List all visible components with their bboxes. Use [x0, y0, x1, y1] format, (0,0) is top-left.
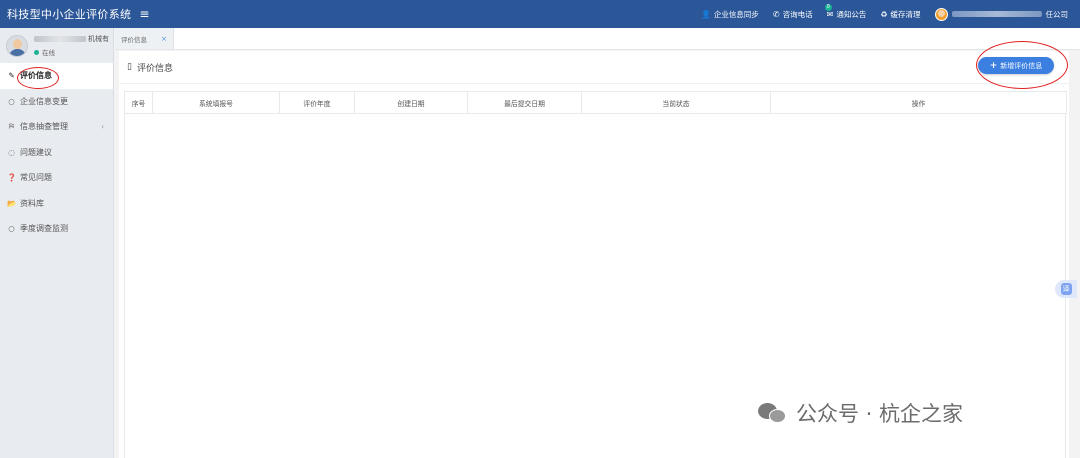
notice-badge: 0	[824, 3, 832, 11]
column-header-status[interactable]: 当前状态	[581, 91, 771, 114]
add-evaluation-button[interactable]: + 新增评价信息	[978, 57, 1054, 74]
evaluation-panel: ▯ 评价信息 + 新增评价信息 序号 系统填报号 评价年度 创建日期 最后提交日…	[119, 41, 1069, 458]
online-dot-icon	[34, 49, 39, 55]
close-icon[interactable]: ×	[161, 35, 167, 43]
panel-header: ▯ 评价信息	[119, 51, 1069, 84]
sync-company-info-label: 企业信息同步	[713, 9, 759, 19]
column-header-last-submit-date[interactable]: 最后提交日期	[467, 91, 582, 114]
tab-evaluation-info[interactable]: 评价信息 ×	[115, 28, 174, 49]
column-header-year[interactable]: 评价年度	[279, 91, 355, 114]
translate-icon: 译	[1060, 283, 1072, 295]
sidebar-item-label: 季度调查监测	[20, 224, 68, 234]
notice-label: 通知公告	[836, 9, 867, 19]
notice-button[interactable]: 0 ✉ 通知公告	[824, 3, 867, 20]
sidebar-nav: ✎ 评价信息 ○ 企业信息变更 ⛿ 信息抽查管理 ‹ ◌ 问题建议 ❓ 常见问题…	[0, 63, 113, 242]
evaluation-table: 序号 系统填报号 评价年度 创建日期 最后提交日期 当前状态 操作	[124, 91, 1067, 114]
consult-phone-label: 咨询电话	[782, 9, 813, 19]
sidebar-item-library[interactable]: 📂 资料库	[0, 191, 113, 217]
tab-label: 评价信息	[121, 35, 147, 44]
tab-bar: 评价信息 ×	[115, 28, 1080, 50]
translate-float-button[interactable]: 译	[1055, 280, 1077, 298]
user-avatar-icon	[934, 7, 948, 21]
tag-icon: ⛿	[8, 121, 15, 131]
sidebar-item-faq[interactable]: ❓ 常见问题	[0, 165, 113, 191]
folder-icon: 📂	[7, 198, 17, 208]
mail-icon: ✉	[826, 9, 834, 19]
company-name-suffix: 任公司	[1045, 9, 1069, 19]
watermark: 公众号 · 杭企之家	[758, 398, 963, 428]
sidebar-item-suggestions[interactable]: ◌ 问题建议	[0, 140, 113, 166]
profile-name: 机械有	[34, 34, 109, 44]
comment-icon: ◌	[8, 147, 15, 157]
top-bar: 科技型中小企业评价系统 ≡ 👤 企业信息同步 ✆ 咨询电话 0 ✉ 通知公告 ♻…	[0, 0, 1080, 28]
column-header-index[interactable]: 序号	[124, 91, 153, 114]
user-menu[interactable]: 任公司	[934, 7, 1069, 21]
redacted-company-name	[951, 11, 1042, 17]
profile-block: 机械有 在线	[0, 28, 113, 63]
question-icon: ❓	[7, 173, 17, 183]
sidebar-item-label: 问题建议	[20, 147, 52, 157]
sidebar-item-label: 资料库	[20, 198, 44, 208]
app-title: 科技型中小企业评价系统	[7, 8, 132, 21]
sync-company-info-button[interactable]: 👤 企业信息同步	[701, 9, 759, 20]
plus-icon: +	[989, 60, 998, 71]
sidebar-item-label: 评价信息	[20, 71, 52, 81]
avatar	[6, 34, 28, 57]
sidebar-item-label: 信息抽查管理	[20, 122, 68, 132]
panel-title-icon: ▯	[127, 62, 132, 72]
recycle-icon: ♻	[880, 9, 888, 19]
sidebar-item-label: 企业信息变更	[20, 96, 68, 106]
status-label: 在线	[42, 49, 55, 57]
circle-icon: ○	[8, 96, 15, 106]
chevron-left-icon: ‹	[101, 122, 104, 131]
edit-icon: ✎	[8, 71, 15, 81]
circle-icon: ○	[8, 224, 15, 234]
wechat-icon	[758, 401, 788, 425]
sidebar: 机械有 在线 ✎ 评价信息 ○ 企业信息变更 ⛿ 信息抽查管理 ‹ ◌ 问题建议…	[0, 28, 114, 458]
profile-name-suffix: 机械有	[88, 35, 109, 43]
clear-cache-label: 缓存清理	[890, 9, 921, 19]
add-evaluation-label: 新增评价信息	[1000, 61, 1043, 70]
sidebar-item-spot-check-management[interactable]: ⛿ 信息抽查管理 ‹	[0, 114, 113, 140]
sidebar-item-quarterly-survey[interactable]: ○ 季度调查监测	[0, 216, 113, 242]
clear-cache-button[interactable]: ♻ 缓存清理	[880, 9, 920, 20]
consult-phone-button[interactable]: ✆ 咨询电话	[773, 9, 813, 20]
redacted-profile-name	[34, 36, 86, 42]
main-content: ▯ 评价信息 + 新增评价信息 序号 系统填报号 评价年度 创建日期 最后提交日…	[115, 41, 1080, 458]
panel-title: 评价信息	[136, 63, 173, 74]
menu-toggle-icon[interactable]: ≡	[139, 7, 149, 21]
sidebar-item-company-info-change[interactable]: ○ 企业信息变更	[0, 89, 113, 115]
online-status: 在线	[34, 47, 109, 57]
user-icon: 👤	[700, 9, 711, 19]
phone-icon: ✆	[772, 9, 780, 19]
column-header-report-no[interactable]: 系统填报号	[152, 91, 280, 114]
column-header-actions: 操作	[770, 91, 1067, 114]
top-right-toolbar: 👤 企业信息同步 ✆ 咨询电话 0 ✉ 通知公告 ♻ 缓存清理 任公司	[701, 0, 1068, 28]
table-header-row: 序号 系统填报号 评价年度 创建日期 最后提交日期 当前状态 操作	[124, 91, 1067, 114]
column-header-created-date[interactable]: 创建日期	[354, 91, 468, 114]
sidebar-item-label: 常见问题	[20, 173, 52, 183]
watermark-text: 公众号 · 杭企之家	[796, 402, 964, 426]
sidebar-item-evaluation-info[interactable]: ✎ 评价信息	[0, 63, 113, 89]
